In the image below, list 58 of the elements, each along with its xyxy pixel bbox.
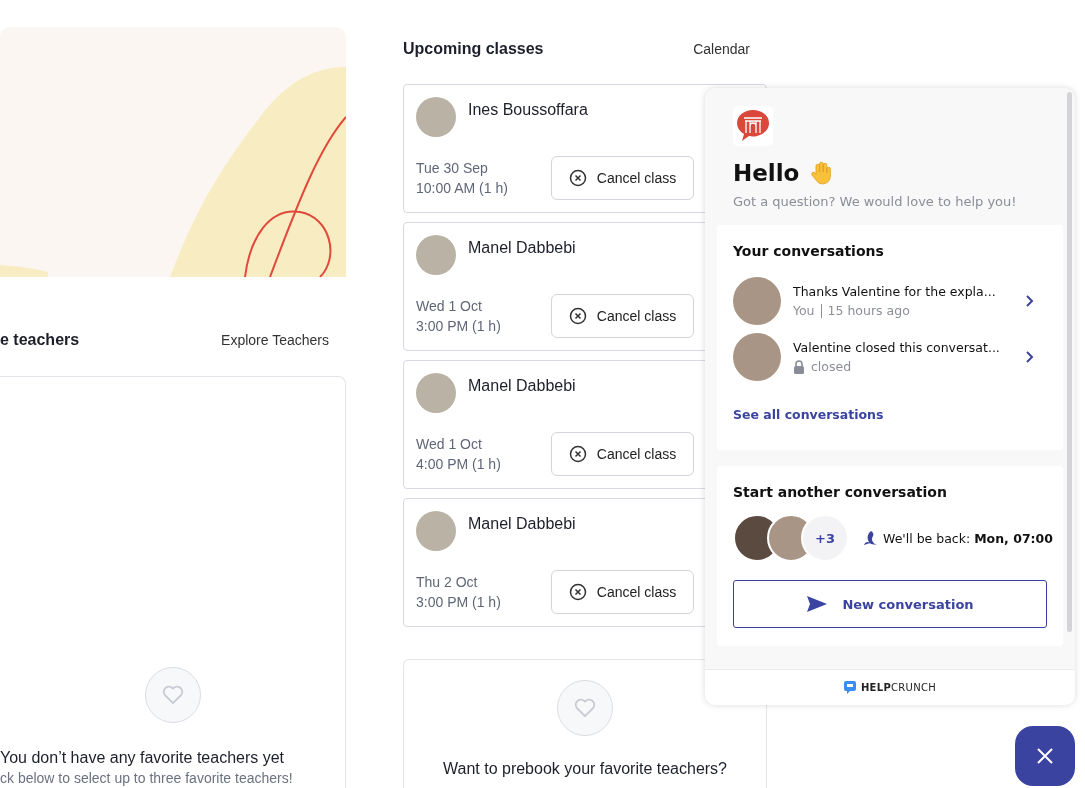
teacher-name: Manel Dabbebi <box>468 239 576 257</box>
class-date: Wed 1 Oct <box>416 435 483 454</box>
prebook-title: Want to prebook your favorite teachers? <box>443 760 727 778</box>
panel-title: Your conversations <box>733 243 885 259</box>
conversation-status: closed <box>811 359 852 374</box>
class-time: 4:00 PM (1 h) <box>416 455 501 474</box>
brand-text: HELPCRUNCH <box>860 682 937 693</box>
conversation-item[interactable]: Thanks Valentine for the expla... You 15 hours ago <box>733 273 1047 329</box>
chevron-right-icon <box>1025 350 1035 364</box>
logo-icon <box>733 106 773 146</box>
class-date: Tue 30 Sep <box>416 159 489 178</box>
cancel-icon <box>568 583 587 601</box>
avatar <box>416 373 456 413</box>
scrollbar[interactable] <box>1067 92 1072 632</box>
conversation-message: Thanks Valentine for the expla... <box>793 284 997 299</box>
extra-count: +3 <box>801 514 849 562</box>
cancel-class-button[interactable]: Cancel class <box>551 156 694 200</box>
close-button[interactable] <box>1015 726 1075 786</box>
avatar <box>733 333 781 381</box>
helpcrunch-logo-icon <box>843 681 856 694</box>
cancel-icon <box>568 445 587 463</box>
conversation-item[interactable]: Valentine closed this conversat... closed <box>733 329 1047 385</box>
see-all-conversations-link[interactable]: See all conversations <box>733 407 884 422</box>
avatar <box>416 511 456 551</box>
avatar <box>416 235 456 275</box>
teacher-name: Manel Dabbebi <box>468 515 576 533</box>
greeting: Hello <box>733 160 800 186</box>
send-icon <box>806 595 829 613</box>
explore-teachers-link[interactable]: Explore Teachers <box>221 332 329 348</box>
avatar <box>416 97 456 137</box>
cancel-class-button[interactable]: Cancel class <box>551 570 694 614</box>
conversation-message: Valentine closed this conversat... <box>793 340 1001 355</box>
cancel-icon <box>568 307 587 325</box>
cancel-class-button[interactable]: Cancel class <box>551 294 694 338</box>
cancel-class-button[interactable]: Cancel class <box>551 432 694 476</box>
class-date: Wed 1 Oct <box>416 297 483 316</box>
teacher-name: Ines Boussoffara <box>468 101 588 119</box>
panel-title: Start another conversation <box>733 484 948 500</box>
availability-text: We'll be back: Mon, 07:00 <box>883 530 1053 546</box>
close-icon <box>1036 747 1054 765</box>
class-time: 3:00 PM (1 h) <box>416 317 501 336</box>
teacher-name: Manel Dabbebi <box>468 377 576 395</box>
cancel-icon <box>568 169 587 187</box>
avatar <box>733 277 781 325</box>
lock-icon <box>793 359 805 374</box>
conversation-author: You <box>793 303 815 318</box>
empty-title: You don’t have any favorite teachers yet <box>0 749 285 767</box>
conversation-time: 15 hours ago <box>827 303 910 318</box>
subtitle: Got a question? We would love to help you! <box>733 194 1018 209</box>
chevron-right-icon <box>1025 294 1035 308</box>
class-time: 3:00 PM (1 h) <box>416 593 501 612</box>
class-time: 10:00 AM (1 h) <box>416 179 508 198</box>
section-title: Upcoming classes <box>403 40 544 58</box>
empty-hint: ck below to select up to three favorite teachers! <box>0 770 293 786</box>
section-title: e teachers <box>0 331 80 349</box>
class-date: Thu 2 Oct <box>416 573 479 592</box>
calendar-link[interactable]: Calendar <box>693 41 750 57</box>
new-conversation-button[interactable]: New conversation <box>733 580 1047 628</box>
